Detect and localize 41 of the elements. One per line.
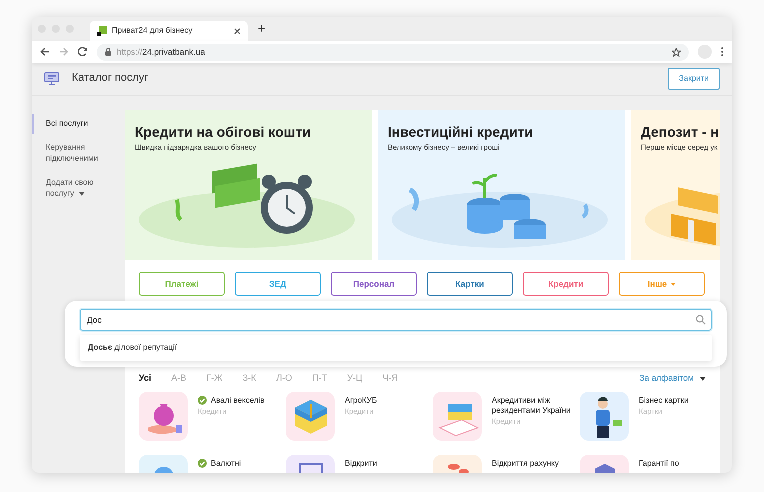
sidebar-item[interactable]: Керування підключеними — [32, 138, 125, 168]
close-button[interactable]: Закрити — [668, 68, 720, 90]
letter-filter-tab[interactable]: Усі — [139, 372, 152, 386]
banner-title: Депозит - н — [641, 124, 720, 141]
service-tile[interactable] — [286, 392, 335, 440]
service-name[interactable]: Гарантії по — [639, 458, 680, 468]
banner-title: Кредити на обігові кошти — [135, 124, 312, 141]
back-icon[interactable] — [40, 47, 50, 57]
service-name[interactable]: АгроКУБ — [345, 396, 378, 406]
banner-title: Інвестиційні кредити — [388, 124, 534, 141]
caret-icon — [700, 376, 706, 381]
window-icon — [298, 462, 322, 473]
service-name[interactable]: Відкрити — [345, 458, 378, 468]
site-logo-icon — [97, 26, 107, 36]
category-button[interactable]: Картки — [427, 272, 513, 296]
reload-icon[interactable] — [78, 47, 88, 57]
search-icon — [696, 315, 706, 325]
service-name[interactable]: Бізнес картки — [639, 396, 689, 406]
service-name[interactable]: Відкриття рахунку — [492, 458, 559, 468]
url-text: https://24.privatbank.ua — [117, 46, 206, 58]
new-tab-button[interactable]: + — [258, 18, 266, 38]
category-button[interactable]: Персонал — [331, 272, 417, 296]
service-name[interactable]: Акредитиви між резидентами України — [492, 396, 580, 416]
monitor-icon — [44, 72, 60, 86]
sort-dropdown[interactable]: За алфавітом — [640, 372, 706, 386]
search-field[interactable]: Дос — [80, 309, 712, 331]
service-name[interactable]: Авалі векселів — [211, 396, 265, 406]
coins-icon — [446, 462, 470, 473]
browser-tab[interactable]: Приват24 для бізнесу — [90, 21, 248, 41]
service-tile[interactable] — [433, 392, 482, 440]
page-title: Каталог послуг — [72, 72, 150, 86]
close-icon[interactable] — [234, 28, 241, 34]
address-bar[interactable]: https://24.privatbank.ua — [97, 44, 689, 60]
lock-icon — [105, 48, 112, 56]
sidebar-item[interactable]: Додати свою послугу — [32, 172, 125, 204]
service-tile[interactable] — [139, 392, 188, 440]
service-name[interactable]: Валютні — [211, 458, 242, 468]
menu-icon[interactable] — [721, 47, 724, 57]
search-suggestion[interactable]: Досьє ділової репутації — [80, 335, 712, 361]
service-tile[interactable] — [580, 392, 629, 440]
star-icon[interactable] — [672, 48, 681, 56]
